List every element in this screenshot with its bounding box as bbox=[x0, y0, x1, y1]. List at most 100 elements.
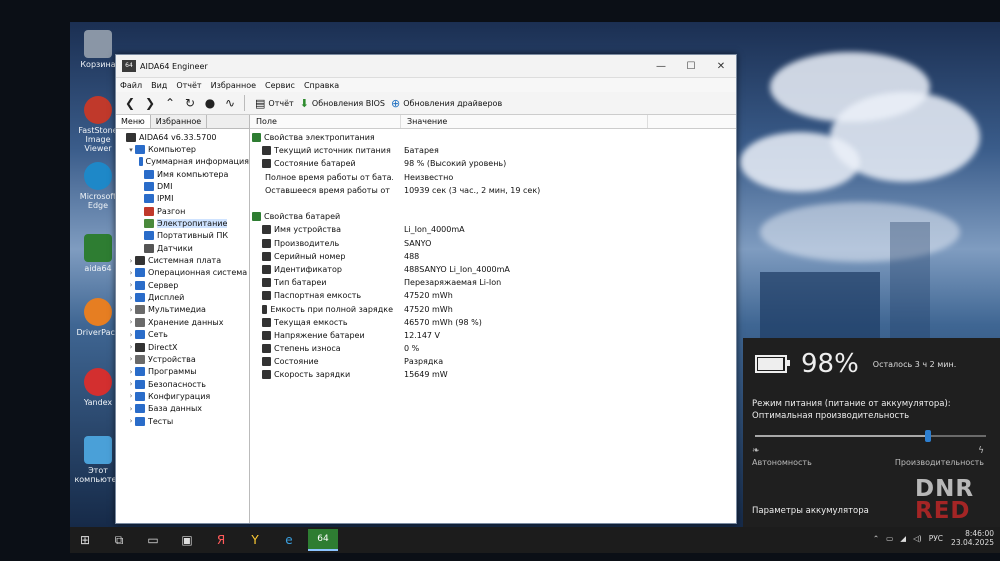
property-row[interactable]: Состояние батарей 98 % (Высокий уровень) bbox=[250, 157, 736, 170]
property-row[interactable]: Производитель SANYO bbox=[250, 237, 736, 250]
menu-file[interactable]: Файл bbox=[120, 81, 142, 90]
tree-item[interactable]: › Конфигурация bbox=[116, 390, 249, 402]
tree-item[interactable]: DMI bbox=[116, 180, 249, 192]
taskbar-store[interactable]: ▣ bbox=[172, 529, 202, 551]
tree-item[interactable]: Суммарная информация bbox=[116, 156, 249, 168]
section-header[interactable]: Свойства батарей bbox=[250, 210, 736, 223]
refresh-button[interactable]: ↻ bbox=[180, 94, 200, 112]
chevron-right-icon[interactable]: › bbox=[127, 294, 135, 302]
menu-help[interactable]: Справка bbox=[304, 81, 339, 90]
user-button[interactable]: ● bbox=[200, 94, 220, 112]
chevron-right-icon[interactable]: › bbox=[127, 269, 135, 277]
report-button[interactable]: ▤ Отчёт bbox=[255, 97, 294, 110]
tree-item[interactable]: Электропитание bbox=[116, 217, 249, 229]
property-row[interactable]: Текущий источник питания Батарея bbox=[250, 144, 736, 157]
tree-item[interactable]: ▾ Компьютер bbox=[116, 143, 249, 155]
property-row[interactable]: Емкость при полной зарядке 47520 mWh bbox=[250, 302, 736, 315]
property-row[interactable]: Состояние Разрядка bbox=[250, 355, 736, 368]
tree-item[interactable]: › Устройства bbox=[116, 353, 249, 365]
chevron-right-icon[interactable]: › bbox=[127, 392, 135, 400]
property-row[interactable]: Идентификатор 488SANYO Li_Ion_4000mA bbox=[250, 263, 736, 276]
tree-item[interactable]: IPMI bbox=[116, 193, 249, 205]
section-header[interactable]: Свойства электропитания bbox=[250, 131, 736, 144]
chevron-right-icon[interactable]: › bbox=[127, 318, 135, 326]
taskbar-edge[interactable]: e bbox=[274, 529, 304, 551]
chevron-up-icon[interactable]: ⌃ bbox=[873, 534, 879, 543]
taskbar-explorer[interactable]: ▭ bbox=[138, 529, 168, 551]
chart-button[interactable]: ∿ bbox=[220, 94, 240, 112]
menu-tools[interactable]: Сервис bbox=[265, 81, 295, 90]
property-row[interactable]: Имя устройства Li_Ion_4000mA bbox=[250, 223, 736, 236]
task-view-button[interactable]: ⧉ bbox=[104, 529, 134, 551]
property-row[interactable]: Степень износа 0 % bbox=[250, 342, 736, 355]
tree-item[interactable]: › Тесты bbox=[116, 415, 249, 427]
tree-item[interactable]: Разгон bbox=[116, 205, 249, 217]
properties-list: Свойства электропитания Текущий источник … bbox=[250, 129, 736, 382]
property-row[interactable]: Серийный номер 488 bbox=[250, 250, 736, 263]
tree-item[interactable]: › Сервер bbox=[116, 279, 249, 291]
title-bar[interactable]: 64 AIDA64 Engineer — ☐ ✕ bbox=[116, 55, 736, 78]
chevron-right-icon[interactable]: › bbox=[127, 405, 135, 413]
clock[interactable]: 8:46:00 23.04.2025 bbox=[951, 529, 994, 547]
tree-item[interactable]: AIDA64 v6.33.5700 bbox=[116, 131, 249, 143]
chevron-right-icon[interactable]: › bbox=[127, 343, 135, 351]
tree-item[interactable]: › Системная плата bbox=[116, 254, 249, 266]
menu-report[interactable]: Отчёт bbox=[176, 81, 201, 90]
slider-thumb[interactable] bbox=[925, 430, 932, 442]
maximize-button[interactable]: ☐ bbox=[676, 61, 706, 72]
property-row[interactable]: Напряжение батареи 12.147 V bbox=[250, 329, 736, 342]
tree-item[interactable]: Портативный ПК bbox=[116, 230, 249, 242]
property-row[interactable]: Тип батареи Перезаряжаемая Li-Ion bbox=[250, 276, 736, 289]
tree-item[interactable]: Датчики bbox=[116, 242, 249, 254]
tab-favorites[interactable]: Избранное bbox=[151, 115, 208, 128]
tree-item[interactable]: › Программы bbox=[116, 366, 249, 378]
property-row[interactable]: Оставшееся время работы от ... 10939 сек … bbox=[250, 184, 736, 197]
chevron-right-icon[interactable]: › bbox=[127, 380, 135, 388]
tree-item[interactable]: › Мультимедиа bbox=[116, 304, 249, 316]
bios-updates-button[interactable]: ⬇ Обновления BIOS bbox=[300, 97, 385, 110]
chevron-right-icon[interactable]: › bbox=[127, 257, 135, 265]
chevron-right-icon[interactable]: › bbox=[127, 355, 135, 363]
close-button[interactable]: ✕ bbox=[706, 61, 736, 72]
chevron-right-icon[interactable]: › bbox=[127, 306, 135, 314]
power-mode-slider[interactable] bbox=[755, 430, 986, 442]
forward-button[interactable]: ❯ bbox=[140, 94, 160, 112]
taskbar-yandex-browser[interactable]: Y bbox=[240, 529, 270, 551]
property-row[interactable]: Паспортная емкость 47520 mWh bbox=[250, 289, 736, 302]
chevron-down-icon[interactable]: ▾ bbox=[127, 146, 135, 154]
property-row[interactable]: Скорость зарядки 15649 mW bbox=[250, 368, 736, 381]
language-indicator[interactable]: РУС bbox=[929, 534, 943, 543]
tree-item[interactable]: › Операционная система bbox=[116, 267, 249, 279]
tree-item[interactable]: › Хранение данных bbox=[116, 316, 249, 328]
chevron-right-icon[interactable]: › bbox=[127, 281, 135, 289]
tree-item[interactable]: › Безопасность bbox=[116, 378, 249, 390]
menu-favorites[interactable]: Избранное bbox=[211, 81, 256, 90]
volume-icon[interactable]: ◁) bbox=[913, 534, 922, 543]
start-button[interactable]: ⊞ bbox=[70, 529, 100, 551]
property-icon bbox=[262, 264, 271, 274]
chevron-right-icon[interactable]: › bbox=[127, 417, 135, 425]
property-row[interactable]: Текущая емкость 46570 mWh (98 %) bbox=[250, 316, 736, 329]
taskbar-aida64[interactable]: 64 bbox=[308, 529, 338, 551]
column-header-field[interactable]: Поле bbox=[250, 115, 401, 128]
navigation-tree: AIDA64 v6.33.5700 ▾ Компьютер Суммарная инф… bbox=[116, 129, 249, 427]
column-header-value[interactable]: Значение bbox=[401, 115, 648, 128]
tree-item[interactable]: Имя компьютера bbox=[116, 168, 249, 180]
tree-item[interactable]: › База данных bbox=[116, 403, 249, 415]
menu-view[interactable]: Вид bbox=[151, 81, 167, 90]
back-button[interactable]: ❮ bbox=[120, 94, 140, 112]
tree-item[interactable]: › DirectX bbox=[116, 341, 249, 353]
up-button[interactable]: ⌃ bbox=[160, 94, 180, 112]
tree-item[interactable]: › Дисплей bbox=[116, 291, 249, 303]
tree-item[interactable]: › Сеть bbox=[116, 329, 249, 341]
chevron-right-icon[interactable]: › bbox=[127, 368, 135, 376]
driver-updates-button[interactable]: ⊕ Обновления драйверов bbox=[391, 97, 502, 110]
battery-settings-link[interactable]: Параметры аккумулятора bbox=[752, 506, 869, 516]
battery-tray-icon[interactable]: ▭ bbox=[886, 534, 893, 543]
minimize-button[interactable]: — bbox=[646, 61, 676, 72]
network-icon[interactable]: ◢ bbox=[900, 534, 906, 543]
property-row[interactable]: Полное время работы от бата... Неизвестно bbox=[250, 171, 736, 184]
taskbar-yandex[interactable]: Я bbox=[206, 529, 236, 551]
chevron-right-icon[interactable]: › bbox=[127, 331, 135, 339]
tab-menu[interactable]: Меню bbox=[116, 115, 151, 128]
